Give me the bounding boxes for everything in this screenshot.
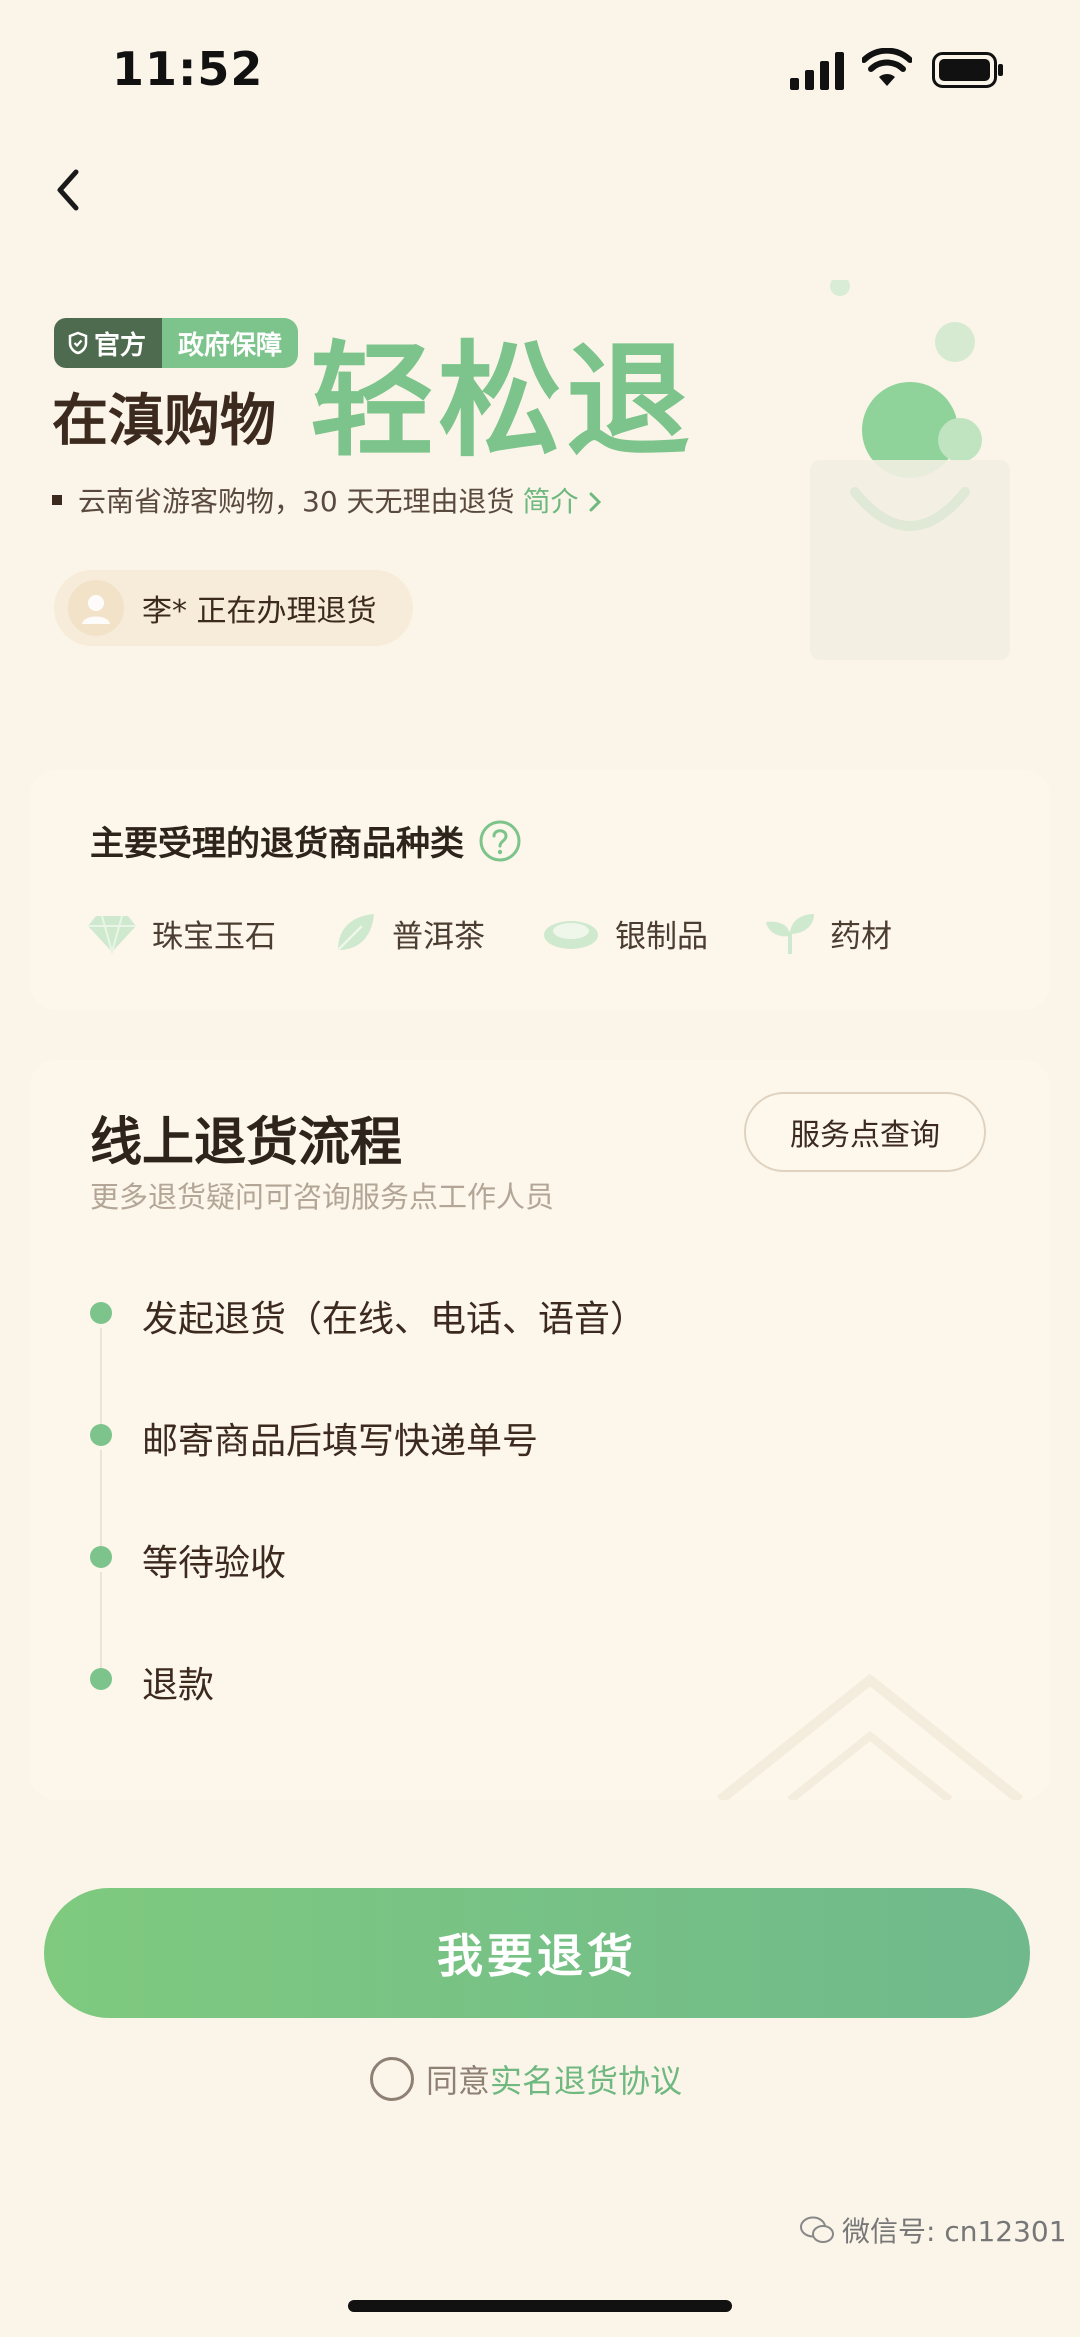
silver-bracelet-icon (544, 921, 598, 949)
service-point-button[interactable]: 服务点查询 (744, 1092, 986, 1172)
user-avatar-icon (82, 595, 110, 624)
house-decor-icon (716, 1673, 1024, 1800)
category-item[interactable]: 银制品 (541, 910, 708, 956)
step-label: 发起退货（在线、电话、语音） (142, 1299, 647, 1340)
status-bar: 11:52 (0, 0, 1080, 140)
category-item[interactable]: 珠宝玉石 (86, 910, 276, 956)
step-dot (90, 1546, 112, 1568)
badge-official-label: 官方 (94, 330, 147, 361)
step-dot (90, 1424, 112, 1446)
official-badge: 官方 政府保障 (54, 318, 299, 368)
process-title: 线上退货流程 (90, 1113, 403, 1173)
category-label: 药材 (830, 918, 892, 955)
wifi-icon (862, 48, 912, 86)
back-button[interactable] (40, 160, 100, 220)
watermark-text: 微信号: cn12301 (842, 2215, 1067, 2248)
shopping-bag-icon (810, 280, 1010, 660)
agreement-link[interactable]: 实名退货协议 (490, 2056, 682, 2102)
battery-icon (932, 52, 1003, 88)
status-time: 11:52 (112, 42, 264, 96)
shield-icon (68, 331, 88, 355)
herb-sprout-icon (766, 914, 814, 954)
wechat-icon (800, 2216, 834, 2243)
process-steps: 发起退货（在线、电话、语音） 邮寄商品后填写快递单号 等待验收 退款 (90, 1290, 646, 1778)
badge-official: 官方 (54, 318, 163, 368)
avatar (68, 580, 124, 636)
step-dot (90, 1302, 112, 1324)
agreement-prefix: 同意 (426, 2062, 491, 2100)
category-label: 珠宝玉石 (152, 918, 276, 955)
hero-subtitle: 在滇购物 (52, 389, 276, 454)
gem-icon (88, 915, 136, 954)
badge-gov: 政府保障 (162, 318, 299, 368)
home-indicator[interactable] (348, 2300, 732, 2312)
step-label: 退款 (142, 1665, 215, 1706)
agreement-checkbox[interactable] (370, 2057, 414, 2101)
watermark: 微信号: cn12301 (800, 2210, 1067, 2250)
categories-card: 主要受理的退货商品种类 珠宝玉石 普洱茶 银制品 药材 (30, 770, 1050, 1010)
return-goods-button[interactable]: 我要退货 (44, 1888, 1030, 2018)
step-label: 邮寄商品后填写快递单号 (142, 1421, 539, 1462)
chevron-right-icon (589, 492, 602, 512)
cellular-signal-icon (790, 52, 844, 90)
bullet-icon (52, 495, 62, 505)
category-label: 普洱茶 (392, 918, 485, 955)
category-item[interactable]: 普洱茶 (332, 910, 485, 956)
tea-leaf-icon (337, 914, 374, 951)
step-dot (90, 1668, 112, 1690)
hero-description-text: 云南省游客购物，30 天无理由退货 (78, 485, 515, 518)
categories-title-text: 主要受理的退货商品种类 (90, 824, 464, 864)
hero-title: 轻松退 (310, 330, 695, 474)
process-step: 退款 (90, 1656, 646, 1778)
agreement-row: 同意 实名退货协议 (370, 2056, 682, 2102)
intro-link[interactable]: 简介 (523, 480, 604, 520)
intro-link-label: 简介 (522, 485, 579, 518)
categories-title: 主要受理的退货商品种类 (90, 816, 522, 865)
category-label: 银制品 (615, 918, 708, 955)
return-process-card: 线上退货流程 更多退货疑问可咨询服务点工作人员 服务点查询 发起退货（在线、电话… (30, 1060, 1050, 1800)
step-label: 等待验收 (142, 1543, 287, 1584)
category-list: 珠宝玉石 普洱茶 银制品 药材 (86, 910, 948, 956)
process-step: 发起退货（在线、电话、语音） (90, 1290, 647, 1426)
processing-text: 李* 正在办理退货 (142, 594, 377, 629)
process-step: 等待验收 (90, 1534, 646, 1670)
hero-description: 云南省游客购物，30 天无理由退货 简介 (52, 480, 603, 520)
help-icon[interactable] (478, 819, 522, 863)
chevron-left-icon (57, 169, 79, 211)
processing-notice: 李* 正在办理退货 (54, 570, 413, 646)
hero-section: 轻松退 官方 政府保障 在滇购物 云南省游客购物，30 天无理由退货 简介 李*… (0, 280, 1080, 700)
process-subtitle: 更多退货疑问可咨询服务点工作人员 (90, 1180, 555, 1214)
category-item[interactable]: 药材 (764, 910, 892, 956)
process-step: 邮寄商品后填写快递单号 (90, 1412, 646, 1548)
